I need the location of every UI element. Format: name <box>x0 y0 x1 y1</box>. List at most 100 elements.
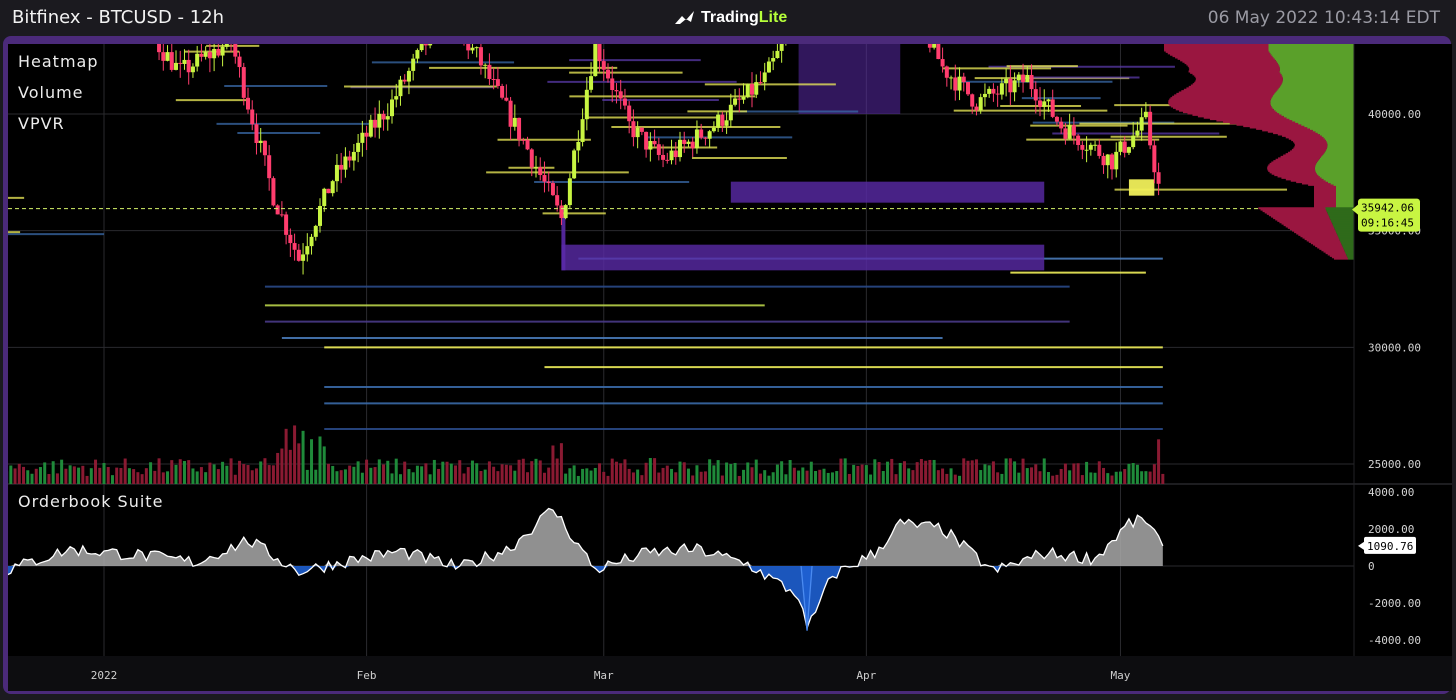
volume-bar <box>1076 463 1080 484</box>
volume-bar <box>170 460 174 484</box>
volume-bar <box>34 468 38 484</box>
volume-bar <box>881 471 885 484</box>
volume-bar <box>504 464 508 484</box>
volume-bar <box>195 471 199 484</box>
ob-y-tick-label: 0 <box>1368 560 1375 573</box>
volume-bar <box>157 458 161 484</box>
volume-bar <box>538 460 542 484</box>
volume-bar <box>771 472 775 484</box>
candle-body <box>1122 141 1127 153</box>
volume-bar <box>576 475 580 484</box>
candle-body <box>157 44 162 53</box>
candle-body <box>237 56 242 68</box>
volume-bar <box>1157 439 1161 484</box>
volume-bar <box>271 465 275 484</box>
volume-bar <box>983 464 987 484</box>
volume-bar <box>1046 472 1050 484</box>
volume-bar <box>886 461 890 484</box>
volume-bar <box>441 461 445 484</box>
candle-body <box>199 53 204 57</box>
chart-canvas[interactable]: 40000.0035000.0030000.0025000.004000.002… <box>8 44 1452 691</box>
candle-body <box>618 91 623 99</box>
volume-bar <box>390 473 394 484</box>
volume-bar <box>703 471 707 484</box>
ob-y-tick-label: -2000.00 <box>1368 597 1421 610</box>
candle-body <box>1012 80 1017 93</box>
candle-body <box>1118 141 1123 152</box>
candle-body <box>534 167 538 169</box>
candle-body <box>550 183 555 196</box>
candle-body <box>606 69 610 79</box>
volume-bar <box>987 465 991 484</box>
candle-body <box>195 53 200 67</box>
top-bar: Bitfinex - BTCUSD - 12h Trading Lite 06 M… <box>0 0 1456 36</box>
volume-bar <box>835 471 839 484</box>
candle-body <box>250 109 255 125</box>
heatmap-block <box>1128 179 1155 196</box>
candle-body <box>1016 74 1021 81</box>
candle-body <box>614 90 619 92</box>
volume-bar <box>81 465 85 484</box>
volume-bar <box>695 465 699 484</box>
candle-body <box>406 70 411 82</box>
volume-bar <box>941 468 945 484</box>
volume-bar <box>343 469 347 484</box>
candle-body <box>635 127 640 138</box>
volume-bar <box>991 461 995 484</box>
overlay-label-volume[interactable]: Volume <box>18 83 84 102</box>
volume-bar <box>720 475 724 484</box>
candle-body <box>686 141 691 144</box>
volume-bar <box>199 467 203 484</box>
overlay-label-heatmap[interactable]: Heatmap <box>18 52 99 71</box>
candle-body <box>1025 74 1030 83</box>
candle-body <box>779 44 784 51</box>
volume-bar <box>610 458 614 484</box>
volume-bar <box>1161 473 1165 484</box>
volume-bar <box>208 462 212 484</box>
chart-area[interactable]: 40000.0035000.0030000.0025000.004000.002… <box>8 44 1452 691</box>
volume-bar <box>301 430 305 484</box>
volume-bar <box>305 469 309 484</box>
volume-bar <box>585 468 589 484</box>
volume-bar <box>127 468 131 484</box>
candle-body <box>1126 147 1131 153</box>
volume-bar <box>716 460 720 484</box>
x-tick-label: Apr <box>856 669 876 682</box>
overlay-label-orderbook[interactable]: Orderbook Suite <box>18 492 163 511</box>
candle-body <box>1088 144 1093 150</box>
overlay-label-vpvr[interactable]: VPVR <box>18 114 65 133</box>
candle-body <box>296 249 301 261</box>
candle-body <box>334 164 339 182</box>
candle-body <box>165 52 170 61</box>
volume-bar <box>814 471 818 484</box>
volume-bar <box>1123 469 1127 484</box>
volume-bar <box>797 470 801 484</box>
volume-bar <box>945 473 949 484</box>
volume-bar <box>310 439 314 484</box>
candle-body <box>966 82 970 95</box>
volume-bar <box>475 463 479 484</box>
volume-bar <box>458 460 462 484</box>
candle-body <box>478 47 483 66</box>
date-axis-band <box>8 656 1452 691</box>
candle-body <box>987 88 992 94</box>
candle-body <box>186 59 191 73</box>
volume-bar <box>623 459 627 484</box>
candle-body <box>703 137 708 139</box>
candle-body <box>652 140 657 145</box>
x-tick-label: Mar <box>594 669 614 682</box>
candle-body <box>995 93 1000 95</box>
candle-body <box>656 144 661 155</box>
volume-bar <box>1017 472 1021 484</box>
ob-last-value: 1090.76 <box>1367 540 1413 553</box>
candle-body <box>932 44 937 48</box>
candle-body <box>512 117 517 127</box>
volume-bar <box>894 474 898 484</box>
volume-bar <box>229 458 233 484</box>
candle-body <box>538 167 543 176</box>
volume-bar <box>335 471 339 484</box>
candle-body <box>610 78 615 91</box>
volume-bar <box>424 463 428 484</box>
candle-body <box>1152 145 1157 173</box>
candle-body <box>190 66 195 73</box>
